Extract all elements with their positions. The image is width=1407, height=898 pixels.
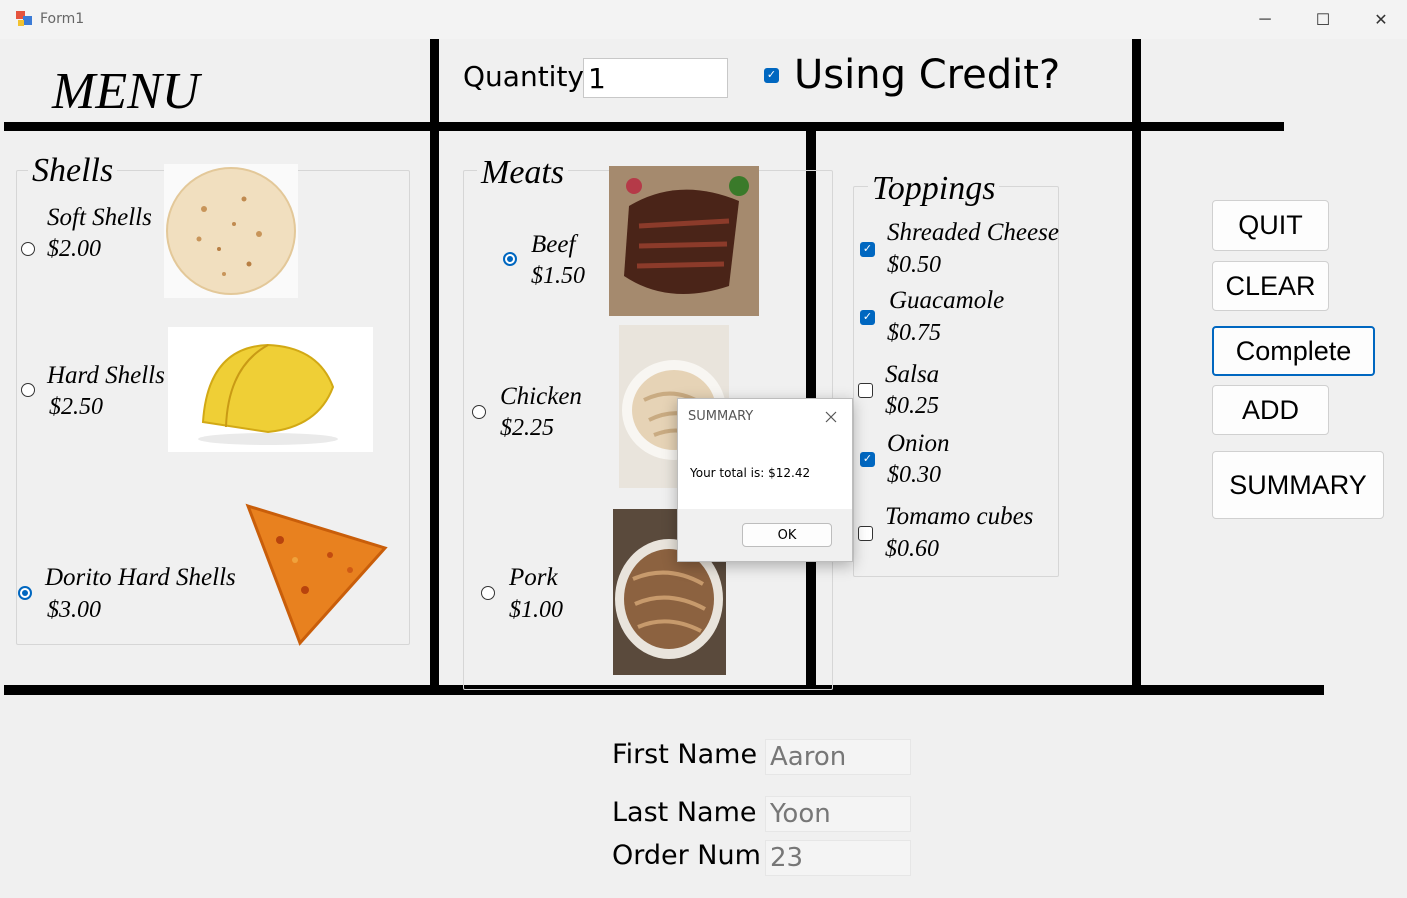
beef-label: Beef [531,231,576,258]
hard-shells-radio[interactable] [21,383,35,397]
divider-vertical-1 [430,39,439,689]
beef-price: $1.50 [531,263,585,289]
divider-vertical-3 [1132,39,1141,689]
dialog-ok-button[interactable]: OK [742,523,832,547]
shells-title: Shells [28,152,118,190]
hard-shells-price: $2.50 [49,394,103,420]
summary-button[interactable]: SUMMARY [1212,451,1384,519]
chicken-price: $2.25 [500,415,554,441]
guacamole-checkbox[interactable]: ✓ [860,310,875,325]
summary-dialog: SUMMARY Your total is: $12.42 OK [677,398,853,562]
soft-shell-image [164,164,298,298]
dorito-shells-price: $3.00 [47,597,101,623]
order-num-label: Order Num [612,840,761,871]
app-icon [16,11,32,26]
guacamole-price: $0.75 [887,320,941,346]
dialog-message: Your total is: $12.42 [690,466,811,480]
clear-button[interactable]: CLEAR [1212,261,1329,311]
meats-title: Meats [477,154,569,192]
divider-horizontal-top [4,122,1284,131]
pork-label: Pork [509,564,558,591]
window-title: Form1 [40,11,85,27]
complete-button[interactable]: Complete [1212,326,1375,376]
add-button[interactable]: ADD [1212,385,1329,435]
quit-button[interactable]: QUIT [1212,200,1329,251]
soft-shells-price: $2.00 [47,236,101,262]
hard-shells-label: Hard Shells [47,362,165,389]
beef-image [609,166,759,316]
pork-price: $1.00 [509,597,563,623]
quantity-input[interactable]: 1 [583,58,728,98]
pork-radio[interactable] [481,586,495,600]
using-credit-checkbox[interactable]: ✓ [764,68,779,83]
salsa-checkbox[interactable] [858,383,873,398]
dialog-close-icon[interactable] [824,410,838,424]
maximize-button[interactable]: ☐ [1300,0,1346,39]
guacamole-label: Guacamole [889,287,1005,314]
chicken-radio[interactable] [472,405,486,419]
using-credit-label: Using Credit? [794,52,1061,98]
last-name-input[interactable]: Yoon [765,796,911,832]
order-num-input[interactable]: 23 [765,840,911,876]
title-bar: Form1 ─ ☐ ✕ [0,0,1407,39]
tomamo-cubes-label: Tomamo cubes [885,503,1034,530]
onion-price: $0.30 [887,462,941,488]
shreaded-cheese-checkbox[interactable]: ✓ [860,242,875,257]
toppings-title: Toppings [868,170,1000,208]
salsa-price: $0.25 [885,393,939,419]
dialog-footer: OK [678,509,852,561]
shreaded-cheese-label: Shreaded Cheese [887,219,1059,246]
first-name-input[interactable]: Aaron [765,739,911,775]
dorito-shells-label: Dorito Hard Shells [45,564,236,591]
dorito-shell-image [245,503,388,646]
dialog-title: SUMMARY [688,409,754,424]
beef-radio[interactable] [503,252,517,266]
tomamo-cubes-checkbox[interactable] [858,526,873,541]
salsa-label: Salsa [885,361,940,388]
chicken-label: Chicken [500,383,582,410]
hard-shell-image [168,327,373,452]
close-button[interactable]: ✕ [1358,0,1404,39]
soft-shells-radio[interactable] [21,242,35,256]
onion-label: Onion [887,430,950,457]
menu-title: MENU [52,63,200,120]
shreaded-cheese-price: $0.50 [887,252,941,278]
minimize-button[interactable]: ─ [1242,0,1288,39]
onion-checkbox[interactable]: ✓ [860,452,875,467]
tomamo-cubes-price: $0.60 [885,536,939,562]
soft-shells-label: Soft Shells [47,204,152,231]
first-name-label: First Name [612,739,758,770]
last-name-label: Last Name [612,797,757,828]
dorito-shells-radio[interactable] [18,586,32,600]
quantity-label: Quantity [463,60,584,93]
